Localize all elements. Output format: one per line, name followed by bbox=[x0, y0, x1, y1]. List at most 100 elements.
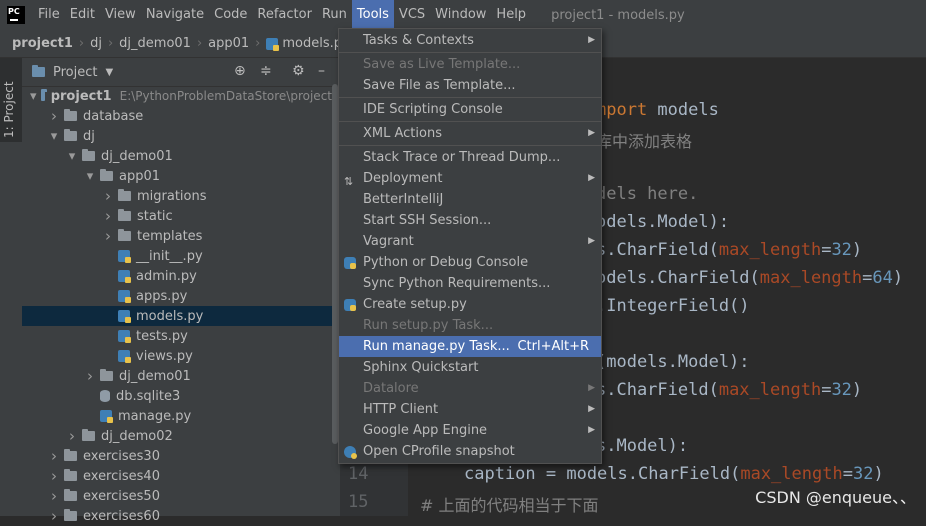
project-tool-button[interactable]: 1: Project bbox=[0, 58, 22, 142]
menu-help[interactable]: Help bbox=[491, 0, 531, 30]
code-line: # 上面的代码相当于下面 bbox=[420, 492, 599, 516]
menu-item-betterintellij[interactable]: BetterIntelliJ bbox=[339, 189, 601, 210]
menu-window[interactable]: Window bbox=[430, 0, 491, 30]
breadcrumb-app01[interactable]: app01 bbox=[208, 36, 249, 51]
python-file-icon bbox=[118, 270, 131, 283]
project-tree: ▾ project1 E:\PythonProblemDataStore\proje… bbox=[22, 86, 332, 526]
tree-row[interactable]: › exercises60 bbox=[22, 506, 332, 526]
tree-row[interactable]: __init__.py bbox=[22, 246, 332, 266]
menu-item-tasks-contexts[interactable]: Tasks & Contexts ▶ bbox=[339, 30, 601, 51]
breadcrumb-dj[interactable]: dj bbox=[90, 36, 102, 51]
tree-row[interactable]: › static bbox=[22, 206, 332, 226]
tree-label: migrations bbox=[137, 188, 207, 204]
tree-row[interactable]: › migrations bbox=[22, 186, 332, 206]
chevron-right-icon[interactable]: › bbox=[84, 367, 96, 385]
menu-item-create-setup-py[interactable]: Create setup.py bbox=[339, 294, 601, 315]
code-line: mport models bbox=[596, 100, 719, 120]
tree-row[interactable]: › exercises50 bbox=[22, 486, 332, 506]
tree-row[interactable]: › exercises40 bbox=[22, 466, 332, 486]
tree-label: exercises30 bbox=[83, 448, 160, 464]
menu-code[interactable]: Code bbox=[209, 0, 252, 30]
menu-view[interactable]: View bbox=[100, 0, 141, 30]
chevron-right-icon[interactable]: › bbox=[48, 487, 60, 505]
chevron-down-icon[interactable]: ▾ bbox=[30, 89, 37, 104]
menu-edit[interactable]: Edit bbox=[65, 0, 100, 30]
menu-run[interactable]: Run bbox=[317, 0, 352, 30]
menu-item-google-app-engine[interactable]: Google App Engine ▶ bbox=[339, 420, 601, 441]
menu-file[interactable]: File bbox=[33, 0, 65, 30]
submenu-arrow-icon: ▶ bbox=[588, 404, 595, 414]
chevron-right-icon[interactable]: › bbox=[48, 467, 60, 485]
shortcut-label: Ctrl+Alt+R bbox=[517, 339, 589, 354]
tree-row[interactable]: models.py bbox=[22, 306, 332, 326]
menu-item-python-or-debug-console[interactable]: Python or Debug Console bbox=[339, 252, 601, 273]
code-token: 32 bbox=[831, 240, 852, 260]
chevron-right-icon[interactable]: › bbox=[48, 107, 60, 125]
menu-item-label: Google App Engine bbox=[363, 423, 488, 438]
tree-row[interactable]: manage.py bbox=[22, 406, 332, 426]
tree-row[interactable]: tests.py bbox=[22, 326, 332, 346]
chevron-right-icon: › bbox=[255, 36, 261, 51]
tree-row[interactable]: ▾ project1 E:\PythonProblemDataStore\proje… bbox=[22, 86, 332, 106]
menu-item-sphinx-quickstart[interactable]: Sphinx Quickstart bbox=[339, 357, 601, 378]
code-token: ) bbox=[873, 464, 884, 484]
tree-label: project1 bbox=[50, 88, 112, 104]
chevron-down-icon[interactable]: ▾ bbox=[48, 129, 60, 144]
tree-row[interactable]: › dj_demo01 bbox=[22, 366, 332, 386]
tree-row[interactable]: apps.py bbox=[22, 286, 332, 306]
chevron-right-icon[interactable]: › bbox=[102, 187, 114, 205]
chevron-right-icon[interactable]: › bbox=[66, 427, 78, 445]
tree-row[interactable]: admin.py bbox=[22, 266, 332, 286]
chevron-right-icon[interactable]: › bbox=[102, 227, 114, 245]
project-toolbar: Project ▼ ⊕ ≑ ⚙ – bbox=[22, 58, 340, 87]
tree-row[interactable]: › exercises30 bbox=[22, 446, 332, 466]
menu-item-xml-actions[interactable]: XML Actions ▶ bbox=[339, 123, 601, 144]
breadcrumb-project[interactable]: project1 bbox=[12, 36, 73, 51]
tree-row[interactable]: › templates bbox=[22, 226, 332, 246]
menu-tools[interactable]: Tools bbox=[351, 0, 394, 30]
menu-vcs[interactable]: VCS bbox=[394, 0, 430, 30]
breadcrumb-dj-demo01[interactable]: dj_demo01 bbox=[119, 36, 191, 51]
menu-item-ide-scripting-console[interactable]: IDE Scripting Console bbox=[339, 99, 601, 120]
menu-item-start-ssh-session[interactable]: Start SSH Session... bbox=[339, 210, 601, 231]
minimize-icon[interactable]: – bbox=[318, 63, 325, 79]
menu-items: File Edit View Navigate Code Refactor Run Tools… bbox=[33, 0, 531, 30]
submenu-arrow-icon: ▶ bbox=[588, 128, 595, 138]
collapse-all-icon[interactable]: ≑ bbox=[260, 63, 272, 79]
code-line: odels.Model): bbox=[596, 212, 729, 232]
watermark: CSDN @enqueue、、 bbox=[755, 488, 916, 507]
python-file-icon bbox=[118, 290, 131, 303]
chevron-down-icon[interactable]: ▾ bbox=[84, 169, 96, 184]
tree-row[interactable]: ▾ dj_demo01 bbox=[22, 146, 332, 166]
menu-item-save-file-as-template[interactable]: Save File as Template... bbox=[339, 75, 601, 96]
folder-icon bbox=[82, 149, 95, 161]
project-view-selector[interactable]: Project ▼ bbox=[32, 65, 113, 80]
chevron-right-icon[interactable]: › bbox=[102, 207, 114, 225]
chevron-right-icon[interactable]: › bbox=[48, 507, 60, 525]
menu-item-sync-python-requirements[interactable]: Sync Python Requirements... bbox=[339, 273, 601, 294]
menu-item-run-manage-py-task[interactable]: Run manage.py Task... Ctrl+Alt+R bbox=[339, 336, 601, 357]
folder-icon bbox=[64, 449, 77, 461]
menu-item-http-client[interactable]: HTTP Client ▶ bbox=[339, 399, 601, 420]
tree-row[interactable]: › database bbox=[22, 106, 332, 126]
menu-item-open-cprofile-snapshot[interactable]: Open CProfile snapshot bbox=[339, 441, 601, 462]
menu-item-label: Run setup.py Task... bbox=[363, 318, 494, 333]
menu-item-run-setup-py-task: Run setup.py Task... bbox=[339, 315, 601, 336]
gear-icon[interactable]: ⚙ bbox=[292, 63, 305, 79]
tree-row[interactable]: ▾ dj bbox=[22, 126, 332, 146]
python-file-icon bbox=[118, 350, 131, 363]
menu-item-deployment[interactable]: ⇅ Deployment ▶ bbox=[339, 168, 601, 189]
tree-row[interactable]: › dj_demo02 bbox=[22, 426, 332, 446]
menu-item-vagrant[interactable]: Vagrant ▶ bbox=[339, 231, 601, 252]
tree-row[interactable]: views.py bbox=[22, 346, 332, 366]
menu-refactor[interactable]: Refactor bbox=[252, 0, 317, 30]
code-token: 32 bbox=[831, 380, 852, 400]
code-token: (models.Model): bbox=[596, 352, 750, 372]
locate-icon[interactable]: ⊕ bbox=[234, 63, 246, 79]
tree-row[interactable]: ▾ app01 bbox=[22, 166, 332, 186]
menu-navigate[interactable]: Navigate bbox=[141, 0, 209, 30]
menu-item-stack-trace-or-thread-dump[interactable]: Stack Trace or Thread Dump... bbox=[339, 147, 601, 168]
chevron-right-icon[interactable]: › bbox=[48, 447, 60, 465]
chevron-down-icon[interactable]: ▾ bbox=[66, 149, 78, 164]
tree-row[interactable]: db.sqlite3 bbox=[22, 386, 332, 406]
